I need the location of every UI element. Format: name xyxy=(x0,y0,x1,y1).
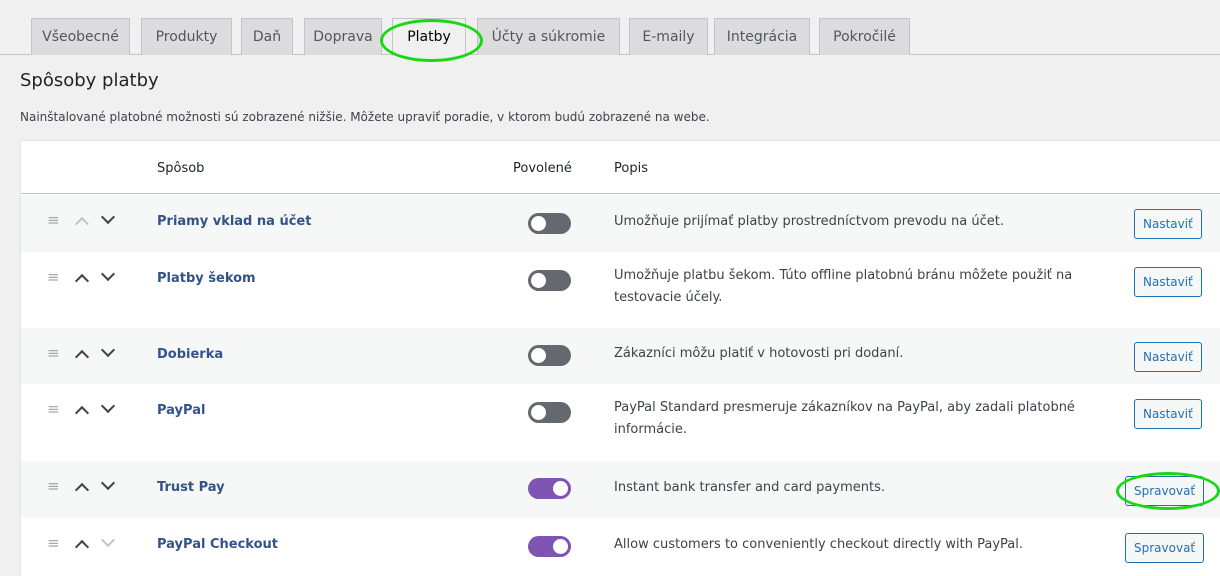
payment-method-name[interactable]: Trust Pay xyxy=(157,480,225,495)
payment-method-description: Umožňuje prijímať platby prostredníctvom… xyxy=(614,214,1004,229)
enabled-toggle[interactable] xyxy=(528,270,571,291)
setup-button[interactable]: Nastaviť xyxy=(1134,399,1202,429)
payment-method-description: Instant bank transfer and card payments. xyxy=(614,480,885,495)
page-title: Spôsoby platby xyxy=(20,70,159,91)
move-up-icon[interactable] xyxy=(74,539,90,555)
setup-button[interactable]: Nastaviť xyxy=(1134,342,1202,372)
move-down-icon[interactable] xyxy=(100,342,116,358)
move-down-icon[interactable] xyxy=(100,266,116,282)
column-header-description: Popis xyxy=(614,161,648,176)
move-up-icon[interactable] xyxy=(74,349,90,365)
payment-method-name[interactable]: Priamy vklad na účet xyxy=(157,214,311,229)
drag-handle-icon[interactable]: ≡ xyxy=(47,268,60,286)
tab-vseobecne[interactable]: Všeobecné xyxy=(31,18,130,55)
move-up-icon[interactable] xyxy=(74,273,90,289)
enabled-toggle[interactable] xyxy=(528,478,571,499)
drag-handle-icon[interactable]: ≡ xyxy=(47,344,60,362)
payment-method-description: Zákazníci môžu platiť v hotovosti pri do… xyxy=(614,346,904,361)
payment-methods-table: Spôsob Povolené Popis ≡ Priamy vklad na … xyxy=(20,140,1220,576)
payment-method-name[interactable]: Platby šekom xyxy=(157,271,256,286)
setup-button[interactable]: Nastaviť xyxy=(1134,209,1202,239)
table-row: ≡ Trust Pay Instant bank transfer and ca… xyxy=(21,461,1220,518)
tab-pokrocile[interactable]: Pokročilé xyxy=(819,18,910,55)
tab-platby[interactable]: Platby xyxy=(392,18,466,56)
tab-dan[interactable]: Daň xyxy=(241,18,293,55)
table-row: ≡ Priamy vklad na účet Umožňuje prijímať… xyxy=(21,195,1220,252)
move-down-icon[interactable] xyxy=(100,398,116,414)
tab-produkty[interactable]: Produkty xyxy=(141,18,232,55)
table-row: ≡ Dobierka Zákazníci môžu platiť v hotov… xyxy=(21,328,1220,384)
payment-method-name[interactable]: PayPal Checkout xyxy=(157,537,278,552)
enabled-toggle[interactable] xyxy=(528,345,571,366)
settings-tabs: Všeobecné Produkty Daň Doprava Platby Úč… xyxy=(0,0,1220,56)
table-row: ≡ Platby šekom Umožňuje platbu šekom. Tú… xyxy=(21,252,1220,328)
table-header: Spôsob Povolené Popis xyxy=(21,141,1220,194)
move-up-icon[interactable] xyxy=(74,482,90,498)
payment-method-description: PayPal Standard presmeruje zákazníkov na… xyxy=(614,400,1075,437)
drag-handle-icon[interactable]: ≡ xyxy=(47,211,60,229)
column-header-enabled: Povolené xyxy=(513,161,572,176)
enabled-toggle[interactable] xyxy=(528,402,571,423)
payment-method-name[interactable]: PayPal xyxy=(157,403,205,418)
manage-button[interactable]: Spravovať xyxy=(1125,476,1205,506)
enabled-toggle[interactable] xyxy=(528,536,571,557)
move-up-icon[interactable] xyxy=(74,216,90,232)
drag-handle-icon[interactable]: ≡ xyxy=(47,534,60,552)
payment-method-description: Allow customers to conveniently checkout… xyxy=(614,537,1024,552)
move-down-icon[interactable] xyxy=(100,532,116,548)
drag-handle-icon[interactable]: ≡ xyxy=(47,477,60,495)
table-row: ≡ PayPal Checkout Allow customers to con… xyxy=(21,518,1220,576)
payment-method-description: Umožňuje platbu šekom. Túto offline plat… xyxy=(614,268,1073,305)
column-header-method: Spôsob xyxy=(157,161,205,176)
move-down-icon[interactable] xyxy=(100,475,116,491)
payment-method-name[interactable]: Dobierka xyxy=(157,347,223,362)
tab-integracia[interactable]: Integrácia xyxy=(714,18,810,55)
tab-e-maily[interactable]: E-maily xyxy=(629,18,708,55)
tab-ucty-a-sukromie[interactable]: Účty a súkromie xyxy=(477,18,620,55)
tab-doprava[interactable]: Doprava xyxy=(304,18,382,55)
page-intro: Nainštalované platobné možnosti sú zobra… xyxy=(20,110,710,124)
manage-button[interactable]: Spravovať xyxy=(1125,533,1205,563)
move-up-icon[interactable] xyxy=(74,405,90,421)
move-down-icon[interactable] xyxy=(100,209,116,225)
drag-handle-icon[interactable]: ≡ xyxy=(47,400,60,418)
enabled-toggle[interactable] xyxy=(528,213,571,234)
setup-button[interactable]: Nastaviť xyxy=(1134,267,1202,297)
table-row: ≡ PayPal PayPal Standard presmeruje záka… xyxy=(21,384,1220,461)
